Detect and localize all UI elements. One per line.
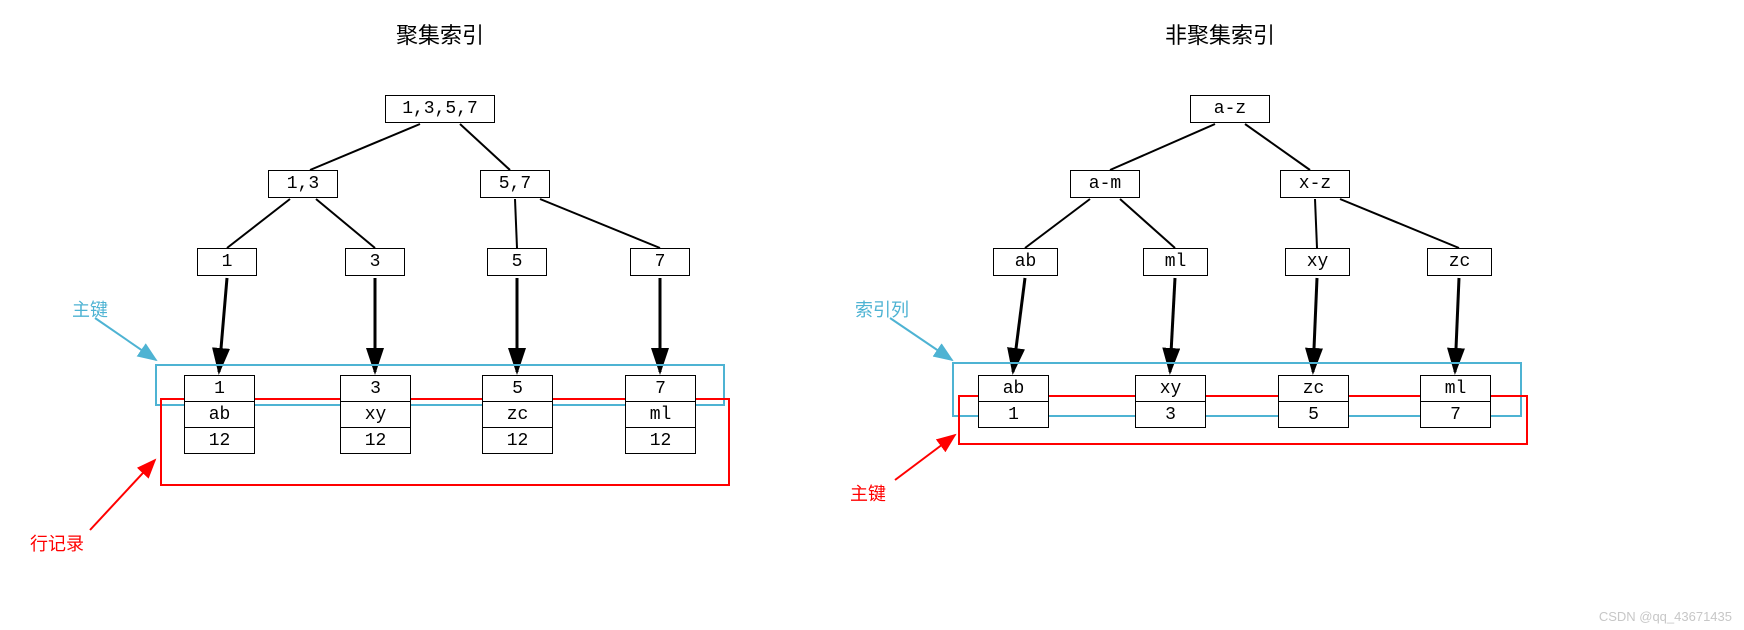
right-l3-0: ab: [993, 248, 1058, 276]
left-l3-2: 5: [487, 248, 547, 276]
leaf-cell: 7: [1421, 402, 1491, 428]
leaf-cell: 1: [185, 376, 255, 402]
leaf-cell: 1: [979, 402, 1049, 428]
left-leaf-1: 3 xy 12: [340, 375, 411, 454]
leaf-cell: 12: [341, 428, 411, 454]
right-leaf-2: zc 5: [1278, 375, 1349, 428]
leaf-cell: zc: [483, 402, 553, 428]
leaf-cell: 12: [483, 428, 553, 454]
leaf-cell: xy: [341, 402, 411, 428]
right-leaf-3: ml 7: [1420, 375, 1491, 428]
left-l3-1: 3: [345, 248, 405, 276]
right-l3-3: zc: [1427, 248, 1492, 276]
left-label-blue: 主键: [72, 296, 108, 322]
right-l3-2: xy: [1285, 248, 1350, 276]
leaf-cell: 5: [1279, 402, 1349, 428]
leaf-cell: 3: [1136, 402, 1206, 428]
watermark: CSDN @qq_43671435: [1599, 609, 1732, 624]
right-red-arrow: [895, 435, 955, 480]
leaf-cell: ab: [185, 402, 255, 428]
leaf-cell: ml: [626, 402, 696, 428]
leaf-cell: 12: [185, 428, 255, 454]
right-leaf-0: ab 1: [978, 375, 1049, 428]
right-l3-1: ml: [1143, 248, 1208, 276]
left-leaf-0: 1 ab 12: [184, 375, 255, 454]
left-red-arrow: [90, 460, 155, 530]
leaf-cell: ml: [1421, 376, 1491, 402]
left-leaf-3: 7 ml 12: [625, 375, 696, 454]
right-title: 非聚集索引: [1150, 18, 1290, 50]
leaf-cell: 12: [626, 428, 696, 454]
left-l3-3: 7: [630, 248, 690, 276]
left-label-red: 行记录: [30, 530, 84, 556]
right-root: a-z: [1190, 95, 1270, 123]
leaf-cell: xy: [1136, 376, 1206, 402]
left-leaf-2: 5 zc 12: [482, 375, 553, 454]
left-root: 1,3,5,7: [385, 95, 495, 123]
left-l2-0: 1,3: [268, 170, 338, 198]
right-label-blue: 索引列: [855, 296, 909, 322]
leaf-cell: zc: [1279, 376, 1349, 402]
right-l2-0: a-m: [1070, 170, 1140, 198]
left-title: 聚集索引: [380, 18, 500, 50]
right-blue-arrow: [890, 318, 952, 360]
right-leaf-1: xy 3: [1135, 375, 1206, 428]
leaf-cell: ab: [979, 376, 1049, 402]
left-blue-arrow: [95, 318, 156, 360]
leaf-cell: 7: [626, 376, 696, 402]
leaf-cell: 3: [341, 376, 411, 402]
right-l2-1: x-z: [1280, 170, 1350, 198]
right-label-red: 主键: [850, 480, 886, 506]
leaf-cell: 5: [483, 376, 553, 402]
left-l3-0: 1: [197, 248, 257, 276]
left-l2-1: 5,7: [480, 170, 550, 198]
